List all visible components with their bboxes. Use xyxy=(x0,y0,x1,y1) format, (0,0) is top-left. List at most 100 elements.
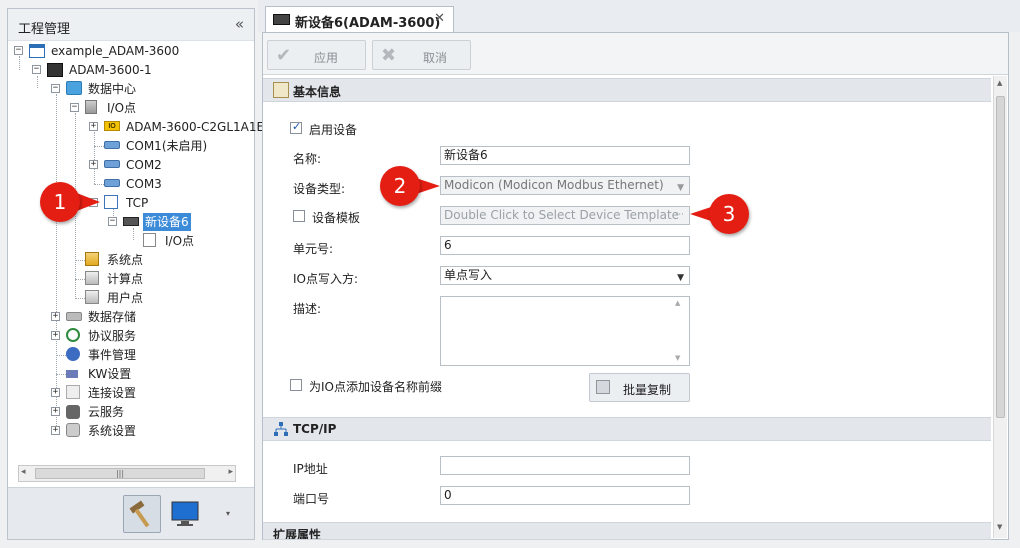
expand-toggle-icon[interactable]: + xyxy=(51,331,60,340)
section-header-extended[interactable]: 扩展属性 xyxy=(263,522,991,540)
tree-line xyxy=(94,132,95,184)
editor-toolbar: ✔ 应用 ✖ 取消 xyxy=(263,33,1008,75)
cancel-x-icon: ✖ xyxy=(381,45,397,66)
monitor-icon[interactable] xyxy=(166,495,204,533)
network-tree-icon xyxy=(273,421,289,437)
device-type-select[interactable]: Modicon (Modicon Modbus Ethernet) ▼ xyxy=(440,176,690,195)
add-prefix-label: 为IO点添加设备名称前缀 xyxy=(309,380,442,394)
tree-label: 数据存储 xyxy=(88,310,137,324)
tree-line xyxy=(75,279,85,280)
vertical-scrollbar[interactable]: ▲ ▼ xyxy=(993,76,1007,538)
expand-toggle-icon[interactable]: + xyxy=(51,312,60,321)
callout-marker-1: 1 xyxy=(40,182,80,222)
section-title: 基本信息 xyxy=(293,85,342,99)
tree-label: 云服务 xyxy=(88,405,125,419)
io-module-icon: IO xyxy=(104,121,120,131)
port-input[interactable]: 0 xyxy=(440,486,690,505)
event-gear-icon xyxy=(66,347,80,361)
checkmark-icon: ✔ xyxy=(276,45,292,66)
collapse-toggle-icon[interactable]: − xyxy=(14,46,23,55)
panel-title: 工程管理 xyxy=(18,22,71,37)
ethernet-device-icon xyxy=(273,14,290,25)
horizontal-scrollbar[interactable]: ◂ ||| ▸ xyxy=(18,465,236,482)
tree-line xyxy=(75,298,85,299)
tree-label-selected: 新设备6 xyxy=(143,213,191,231)
apply-label: 应用 xyxy=(314,51,339,65)
panel-header: 工程管理 « xyxy=(8,9,254,41)
enable-device-checkbox[interactable] xyxy=(290,120,302,134)
expand-toggle-icon[interactable]: + xyxy=(51,426,60,435)
chevron-down-icon: ▼ xyxy=(677,273,684,283)
cancel-label: 取消 xyxy=(423,51,448,65)
tab-new-device[interactable]: 新设备6(ADAM-3600) ✕ xyxy=(265,6,454,33)
storage-drive-icon xyxy=(66,312,82,321)
tree-label: I/O点 xyxy=(165,234,195,248)
section-header-basic[interactable]: 基本信息 xyxy=(263,78,991,102)
tree-line xyxy=(75,260,85,261)
chevron-down-icon: ▼ xyxy=(677,183,684,193)
close-icon[interactable]: ✕ xyxy=(434,11,445,26)
browse-ellipsis-icon[interactable]: ··· xyxy=(675,207,684,224)
scroll-down-arrow-icon[interactable]: ▼ xyxy=(997,523,1002,531)
scroll-down-arrow-icon[interactable]: ▼ xyxy=(675,354,680,362)
scroll-up-arrow-icon[interactable]: ▲ xyxy=(997,79,1002,87)
enable-device-label: 启用设备 xyxy=(309,123,358,137)
tree-line xyxy=(133,228,134,240)
tcpip-form: IP地址 端口号 0 xyxy=(263,442,991,522)
tree-label: COM1(未启用) xyxy=(126,139,208,153)
expand-toggle-icon[interactable]: + xyxy=(89,160,98,169)
add-prefix-checkbox[interactable] xyxy=(290,379,302,391)
database-icon xyxy=(85,271,99,285)
name-label: 名称: xyxy=(293,152,322,166)
tree-label: KW设置 xyxy=(88,367,132,381)
scrollbar-thumb[interactable]: ||| xyxy=(35,468,205,479)
hammer-icon[interactable] xyxy=(123,495,161,533)
collapse-toggle-icon[interactable]: − xyxy=(70,103,79,112)
data-center-icon xyxy=(66,81,82,95)
device-template-label: 设备模板 xyxy=(312,211,361,225)
tree-label: 连接设置 xyxy=(88,386,137,400)
tree-label: I/O点 xyxy=(107,101,137,115)
serial-port-icon xyxy=(104,160,120,168)
collapse-toggle-icon[interactable]: − xyxy=(108,217,117,226)
scroll-right-arrow-icon[interactable]: ▸ xyxy=(228,467,233,477)
basic-info-form: 启用设备 名称: 新设备6 设备类型: Modicon (Modicon Mod… xyxy=(263,103,991,416)
ip-address-label: IP地址 xyxy=(293,462,328,476)
expand-toggle-icon[interactable]: + xyxy=(51,407,60,416)
io-write-mode-select[interactable]: 单点写入 ▼ xyxy=(440,266,690,285)
tree-label: 计算点 xyxy=(107,272,144,286)
device-template-input[interactable]: Double Click to Select Device Template ·… xyxy=(440,206,690,225)
tree-label: COM2 xyxy=(126,158,162,172)
unit-number-label: 单元号: xyxy=(293,242,334,256)
scrollbar-thumb[interactable] xyxy=(996,96,1005,418)
project-window-icon xyxy=(29,44,45,58)
unit-number-input[interactable]: 6 xyxy=(440,236,690,255)
system-settings-icon xyxy=(66,423,80,437)
tree-label: 数据中心 xyxy=(88,82,137,96)
dropdown-arrow-icon[interactable]: ▾ xyxy=(226,509,230,518)
scroll-up-arrow-icon[interactable]: ▲ xyxy=(675,299,680,307)
protocol-sync-icon xyxy=(66,328,80,342)
ip-address-input[interactable] xyxy=(440,456,690,475)
scroll-left-arrow-icon[interactable]: ◂ xyxy=(21,467,26,477)
cloud-icon xyxy=(66,405,80,419)
io-write-mode-label: IO点写入方: xyxy=(293,272,359,286)
section-title: TCP/IP xyxy=(293,422,337,436)
serial-port-icon xyxy=(104,179,120,187)
collapse-toggle-icon[interactable]: − xyxy=(32,65,41,74)
cancel-button[interactable]: ✖ 取消 xyxy=(372,40,471,70)
double-chevron-left-icon[interactable]: « xyxy=(235,15,244,33)
tree-line xyxy=(94,146,104,147)
section-title: 扩展属性 xyxy=(273,528,322,540)
expand-toggle-icon[interactable]: + xyxy=(89,122,98,131)
callout-marker-3: 3 xyxy=(709,194,749,234)
apply-button[interactable]: ✔ 应用 xyxy=(267,40,366,70)
batch-copy-button[interactable]: 批量复制 xyxy=(589,373,690,402)
section-header-tcpip[interactable]: TCP/IP xyxy=(263,417,991,441)
tree-label: ADAM-3600-1 xyxy=(69,63,152,77)
expand-toggle-icon[interactable]: + xyxy=(51,388,60,397)
collapse-toggle-icon[interactable]: − xyxy=(51,84,60,93)
name-input[interactable]: 新设备6 xyxy=(440,146,690,165)
description-textarea[interactable] xyxy=(440,296,690,366)
device-template-checkbox[interactable] xyxy=(293,210,305,222)
